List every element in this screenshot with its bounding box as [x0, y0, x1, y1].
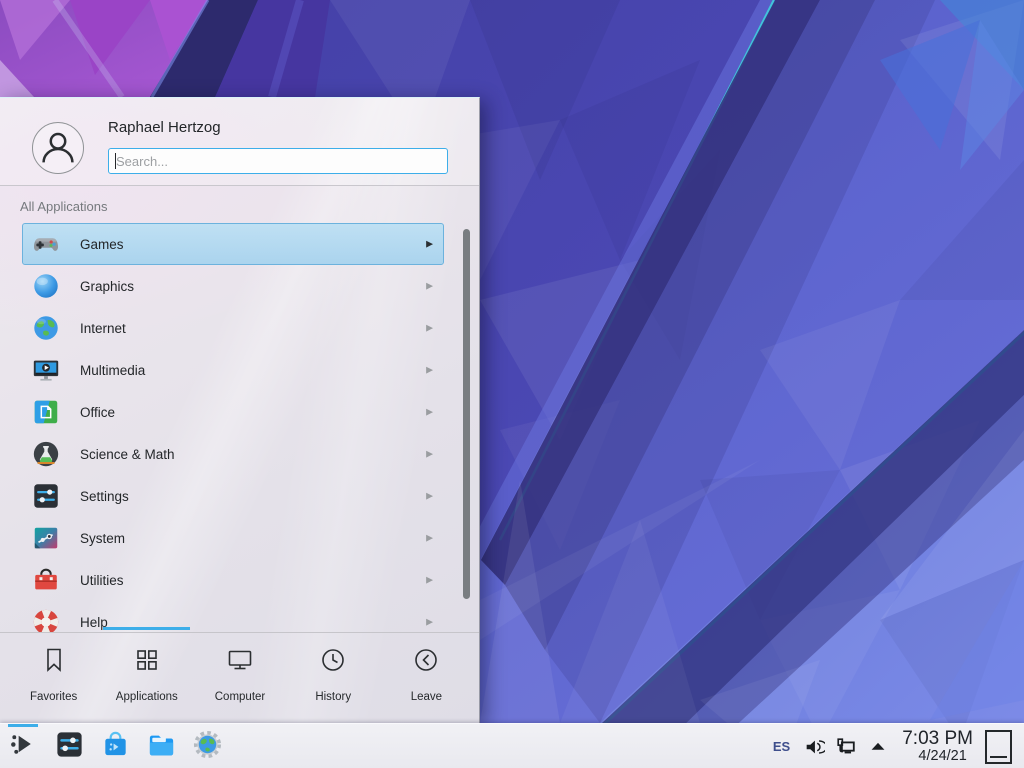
- category-science-math[interactable]: Science & Math ▶: [22, 433, 444, 475]
- category-label: Multimedia: [80, 363, 145, 378]
- expand-tray-icon[interactable]: [865, 734, 891, 760]
- category-settings[interactable]: Settings ▶: [22, 475, 444, 517]
- submenu-arrow-icon: ▶: [426, 491, 433, 502]
- category-internet[interactable]: Internet ▶: [22, 307, 444, 349]
- favorites-icon: [40, 646, 68, 679]
- category-office[interactable]: Office ▶: [22, 391, 444, 433]
- web-browser-button[interactable]: [184, 724, 230, 768]
- submenu-arrow-icon: ▶: [426, 323, 433, 334]
- file-manager-button[interactable]: [138, 724, 184, 768]
- office-icon: [31, 397, 61, 427]
- active-tab-indicator: [103, 627, 190, 630]
- category-label: Internet: [80, 321, 126, 336]
- computer-icon: [226, 646, 254, 679]
- settings-icon: [31, 481, 61, 511]
- history-icon: [319, 646, 347, 679]
- submenu-arrow-icon: ▶: [426, 533, 433, 544]
- category-system[interactable]: System ▶: [22, 517, 444, 559]
- tab-computer[interactable]: Computer: [193, 633, 286, 723]
- discover-icon: [100, 729, 131, 765]
- system-tray: ES 7:03 PM 4/24/21: [765, 724, 1024, 768]
- tab-label: Computer: [215, 691, 266, 703]
- tab-label: Leave: [411, 691, 442, 703]
- dolphin-icon: [146, 729, 177, 765]
- search-input[interactable]: [108, 148, 448, 174]
- volume-icon[interactable]: [801, 734, 827, 760]
- category-label: System: [80, 531, 125, 546]
- category-help[interactable]: Help▶: [22, 601, 444, 632]
- category-label: Games: [80, 237, 124, 252]
- user-avatar[interactable]: [32, 122, 84, 174]
- application-launcher-popup: Raphael Hertzog All Applications Games▶G…: [0, 97, 480, 723]
- submenu-arrow-icon: ▶: [426, 407, 433, 418]
- application-launcher-button[interactable]: [0, 724, 46, 768]
- active-app-indicator: [8, 724, 38, 727]
- submenu-arrow-icon: ▶: [426, 449, 433, 460]
- systemsettings-icon: [54, 729, 85, 765]
- category-label: Settings: [80, 489, 129, 504]
- help-icon: [31, 607, 61, 632]
- internet-icon: [31, 313, 61, 343]
- discover-button[interactable]: [92, 724, 138, 768]
- submenu-arrow-icon: ▶: [426, 239, 433, 250]
- multimedia-icon: [31, 355, 61, 385]
- utilities-icon: [31, 565, 61, 595]
- category-list: Games▶Graphics▶Internet▶Multimedia▶Offic…: [0, 220, 480, 632]
- tab-label: Favorites: [30, 691, 77, 703]
- tab-leave[interactable]: Leave: [380, 633, 473, 723]
- kickoff-icon: [8, 729, 39, 765]
- category-label: Office: [80, 405, 115, 420]
- science-icon: [31, 439, 61, 469]
- keyboard-layout-indicator[interactable]: ES: [765, 739, 798, 754]
- text-caret: [115, 153, 116, 169]
- category-utilities[interactable]: Utilities ▶: [22, 559, 444, 601]
- tab-label: History: [315, 691, 351, 703]
- tab-favorites[interactable]: Favorites: [7, 633, 100, 723]
- clock-time: 7:03 PM: [902, 729, 973, 748]
- user-name: Raphael Hertzog: [108, 119, 221, 136]
- network-icon[interactable]: [833, 734, 859, 760]
- system-icon: [31, 523, 61, 553]
- submenu-arrow-icon: ▶: [426, 365, 433, 376]
- submenu-arrow-icon: ▶: [426, 281, 433, 292]
- submenu-arrow-icon: ▶: [426, 575, 433, 586]
- browser-icon: [192, 729, 223, 765]
- graphics-icon: [31, 271, 61, 301]
- games-icon: [31, 229, 61, 259]
- category-label: Science & Math: [80, 447, 175, 462]
- tab-applications[interactable]: Applications: [100, 633, 193, 723]
- taskbar-panel: ES 7:03 PM 4/24/21: [0, 723, 1024, 768]
- system-settings-button[interactable]: [46, 724, 92, 768]
- show-desktop-button[interactable]: [985, 730, 1012, 764]
- taskbar-launchers: [0, 724, 230, 768]
- tab-history[interactable]: History: [287, 633, 380, 723]
- submenu-arrow-icon: ▶: [426, 617, 433, 628]
- category-multimedia[interactable]: Multimedia ▶: [22, 349, 444, 391]
- digital-clock[interactable]: 7:03 PM 4/24/21: [902, 729, 973, 763]
- applications-icon: [133, 646, 161, 679]
- list-scrollbar[interactable]: [463, 229, 470, 599]
- launcher-tab-bar: Favorites Applications Computer History Leav…: [7, 633, 473, 723]
- category-label: Graphics: [80, 279, 134, 294]
- category-games[interactable]: Games ▶: [22, 223, 444, 265]
- launcher-header: Raphael Hertzog: [0, 98, 479, 186]
- leave-icon: [412, 646, 440, 679]
- category-graphics[interactable]: Graphics ▶: [22, 265, 444, 307]
- section-label: All Applications: [20, 199, 107, 214]
- category-label: Utilities: [80, 573, 124, 588]
- tab-label: Applications: [116, 691, 178, 703]
- clock-date: 4/24/21: [902, 749, 973, 764]
